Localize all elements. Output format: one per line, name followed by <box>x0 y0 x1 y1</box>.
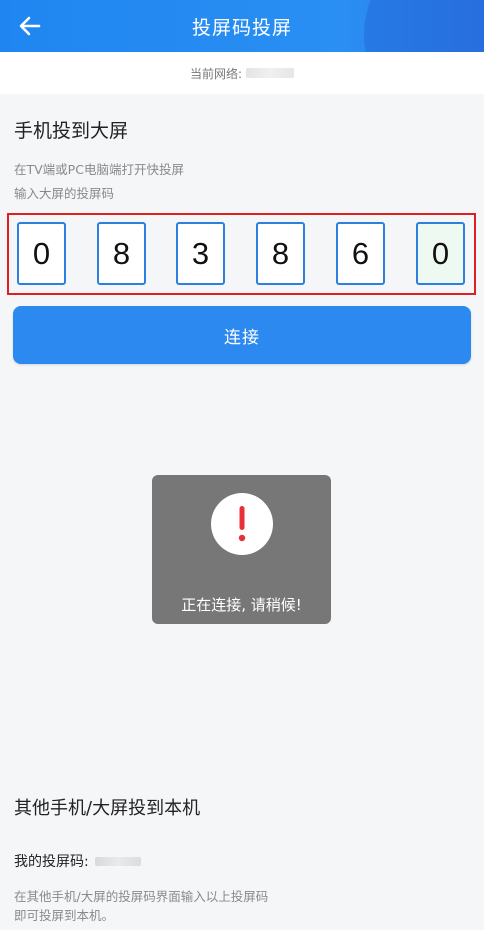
network-name-redacted <box>246 68 295 78</box>
connecting-toast: 正在连接, 请稍候! <box>152 475 331 624</box>
alert-circle <box>211 493 273 555</box>
network-label: 当前网络: <box>189 66 243 81</box>
page-title: 投屏码投屏 <box>191 16 292 39</box>
network-status-bar: 当前网络: <box>0 52 484 94</box>
my-code-label: 我的投屏码: <box>14 854 89 870</box>
my-cast-code-row: 我的投屏码: <box>14 851 141 871</box>
receive-hint-line2: 即可投屏到本机。 <box>14 908 115 923</box>
cast-hint-line2: 输入大屏的投屏码 <box>14 186 115 201</box>
code-digit-6[interactable]: 0 <box>416 222 465 285</box>
code-digit-1[interactable]: 0 <box>17 222 66 285</box>
top-app-bar: 投屏码投屏 <box>0 0 484 52</box>
code-digit-4[interactable]: 8 <box>256 222 305 285</box>
my-code-redacted <box>94 856 141 866</box>
cast-section-title: 手机投到大屏 <box>14 120 129 142</box>
code-digit-3[interactable]: 3 <box>176 222 225 285</box>
code-digit-5[interactable]: 6 <box>336 222 385 285</box>
exclamation-icon <box>238 506 246 542</box>
receive-section-title: 其他手机/大屏投到本机 <box>14 798 201 819</box>
connect-button[interactable]: 连接 <box>13 306 471 364</box>
code-input-highlight <box>7 213 476 295</box>
cast-hint-line1: 在TV端或PC电脑端打开快投屏 <box>14 162 184 177</box>
toast-message: 正在连接, 请稍候! <box>181 596 302 614</box>
code-digit-2[interactable]: 8 <box>97 222 146 285</box>
receive-hint-line1: 在其他手机/大屏的投屏码界面输入以上投屏码 <box>14 889 269 904</box>
